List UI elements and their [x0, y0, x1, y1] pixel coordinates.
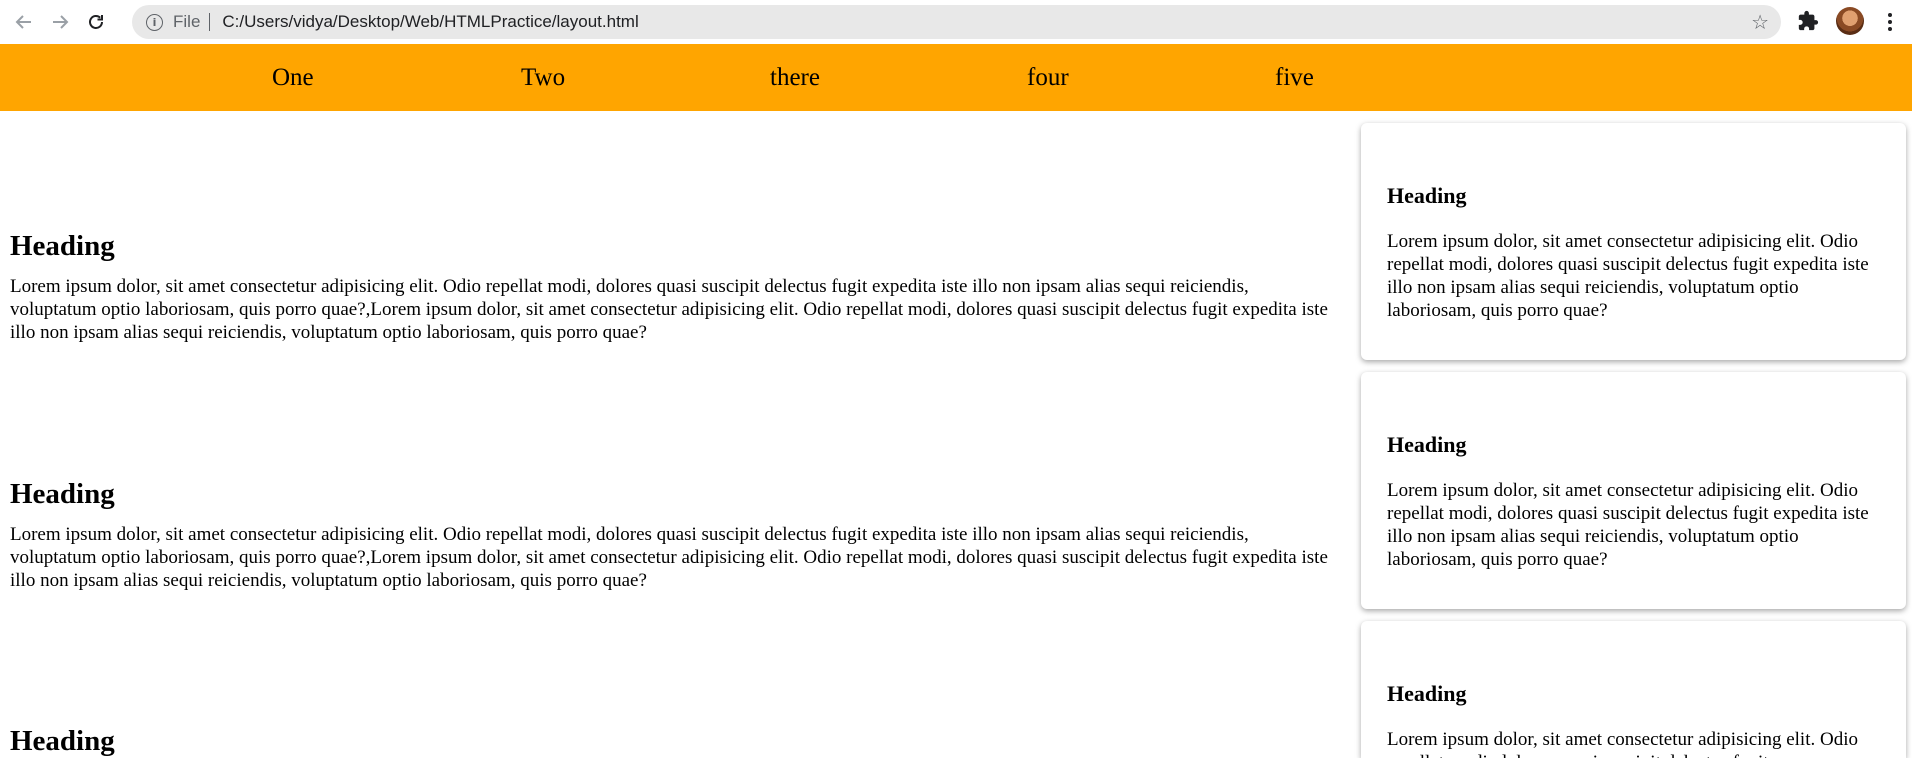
arrow-left-icon — [15, 15, 31, 29]
content-section: Heading Lorem ipsum dolor, sit amet cons… — [10, 477, 1340, 592]
sidebar-card: Heading Lorem ipsum dolor, sit amet cons… — [1361, 372, 1906, 609]
nav-link-one[interactable]: One — [272, 64, 314, 92]
url-text[interactable]: C:/Users/vidya/Desktop/Web/HTMLPractice/… — [222, 12, 638, 32]
puzzle-icon[interactable] — [1797, 10, 1819, 32]
card-heading: Heading — [1387, 183, 1467, 208]
site-navbar: One Two there four five — [0, 44, 1912, 111]
kebab-menu-icon[interactable] — [1880, 8, 1900, 36]
nav-link-five[interactable]: five — [1275, 64, 1314, 92]
browser-toolbar: i File C:/Users/vidya/Desktop/Web/HTMLPr… — [0, 0, 1912, 44]
profile-avatar[interactable] — [1836, 7, 1864, 35]
scheme-label: File — [173, 12, 201, 31]
arrow-right-icon — [53, 15, 69, 29]
reload-icon — [89, 15, 103, 29]
main-content: Heading Lorem ipsum dolor, sit amet cons… — [0, 111, 1345, 758]
card-body: Lorem ipsum dolor, sit amet consectetur … — [1387, 729, 1858, 758]
nav-link-two[interactable]: Two — [521, 64, 565, 92]
section-body: Lorem ipsum dolor, sit amet consectetur … — [10, 276, 1328, 343]
sidebar-card: Heading Lorem ipsum dolor, sit amet cons… — [1361, 123, 1906, 360]
section-heading: Heading — [10, 725, 115, 757]
section-heading: Heading — [10, 230, 115, 262]
card-body: Lorem ipsum dolor, sit amet consectetur … — [1387, 231, 1869, 321]
info-icon[interactable]: i — [146, 13, 163, 31]
card-heading: Heading — [1387, 432, 1467, 457]
nav-link-there[interactable]: there — [770, 64, 820, 92]
content-section: Heading — [10, 724, 1340, 758]
forward-button[interactable] — [44, 6, 76, 38]
url-divider — [209, 13, 211, 31]
section-body: Lorem ipsum dolor, sit amet consectetur … — [10, 524, 1328, 591]
section-heading: Heading — [10, 478, 115, 510]
star-icon[interactable]: ☆ — [1751, 10, 1769, 34]
address-bar[interactable]: i File C:/Users/vidya/Desktop/Web/HTMLPr… — [132, 5, 1781, 39]
back-button[interactable] — [8, 6, 40, 38]
nav-link-four[interactable]: four — [1027, 64, 1069, 92]
sidebar-card: Heading Lorem ipsum dolor, sit amet cons… — [1361, 621, 1906, 758]
card-body: Lorem ipsum dolor, sit amet consectetur … — [1387, 480, 1869, 570]
card-heading: Heading — [1387, 681, 1467, 706]
reload-button[interactable] — [80, 6, 112, 38]
content-section: Heading Lorem ipsum dolor, sit amet cons… — [10, 229, 1340, 344]
